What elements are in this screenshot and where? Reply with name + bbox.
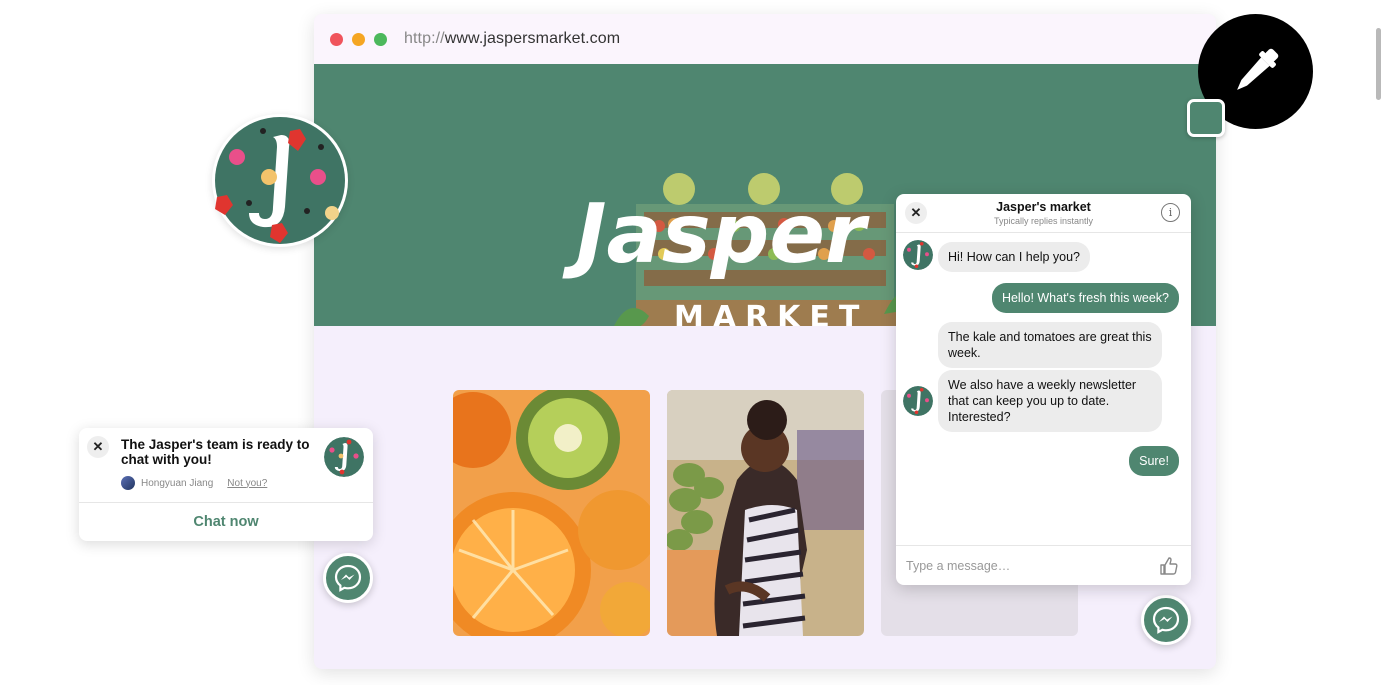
minimize-window-dot[interactable] (352, 32, 365, 46)
person-name: Hongyuan Jiang (141, 477, 214, 489)
url-protocol: http:// (404, 30, 445, 47)
close-icon[interactable]: ✕ (87, 436, 109, 458)
business-avatar (903, 386, 933, 416)
brand-avatar (212, 114, 348, 247)
market-shopper-photo (667, 390, 864, 636)
message-bubble-outgoing: Sure! (1129, 446, 1179, 476)
message-bubble-outgoing: Hello! What's fresh this week? (991, 283, 1179, 313)
logo-wordmark: Jasper (562, 187, 870, 282)
logo-subtext: MARKET (674, 300, 868, 326)
chat-panel: ✕ Jasper's market Typically replies inst… (896, 194, 1191, 585)
person-avatar (121, 476, 135, 490)
message-bubble-incoming: The kale and tomatoes are great this wee… (938, 322, 1162, 368)
prompt-message: The Jasper's team is ready to chat with … (121, 437, 310, 467)
chat-now-button[interactable]: Chat now (79, 502, 373, 541)
address-bar[interactable]: http://www.jaspersmarket.com (404, 30, 620, 48)
messenger-icon (1152, 606, 1180, 634)
person-row: Hongyuan Jiang Not you? (121, 476, 267, 490)
message-bubble-incoming: Hi! How can I help you? (938, 242, 1091, 272)
not-you-link[interactable]: Not you? (227, 478, 267, 489)
scrollbar[interactable] (1376, 28, 1381, 100)
chat-subtitle: Typically replies instantly (993, 216, 1094, 226)
url-host: www.jaspersmarket.com (444, 30, 621, 47)
citrus-photo (453, 390, 650, 636)
maximize-window-dot[interactable] (374, 32, 387, 46)
chat-title: Jasper's market (996, 200, 1091, 214)
messenger-launcher-left[interactable] (323, 553, 373, 603)
message-bubble-incoming: We also have a weekly newsletter that ca… (938, 370, 1162, 432)
selected-color-swatch[interactable] (1187, 99, 1225, 137)
brand-avatar-small (324, 437, 364, 477)
chat-prompt-card: ✕ The Jasper's team is ready to chat wit… (79, 428, 373, 541)
close-window-dot[interactable] (330, 32, 343, 46)
messenger-launcher-right[interactable] (1141, 595, 1191, 645)
messenger-icon (334, 564, 362, 592)
jasper-logo-image (215, 117, 345, 244)
info-icon[interactable]: i (1161, 203, 1180, 222)
message-composer[interactable]: Type a message… (896, 545, 1191, 585)
message-input[interactable]: Type a message… (906, 559, 1010, 573)
business-avatar (903, 240, 933, 270)
thumbs-up-icon[interactable] (1159, 556, 1179, 576)
browser-titlebar: http://www.jaspersmarket.com (314, 14, 1216, 64)
chat-header: ✕ Jasper's market Typically replies inst… (896, 194, 1191, 233)
